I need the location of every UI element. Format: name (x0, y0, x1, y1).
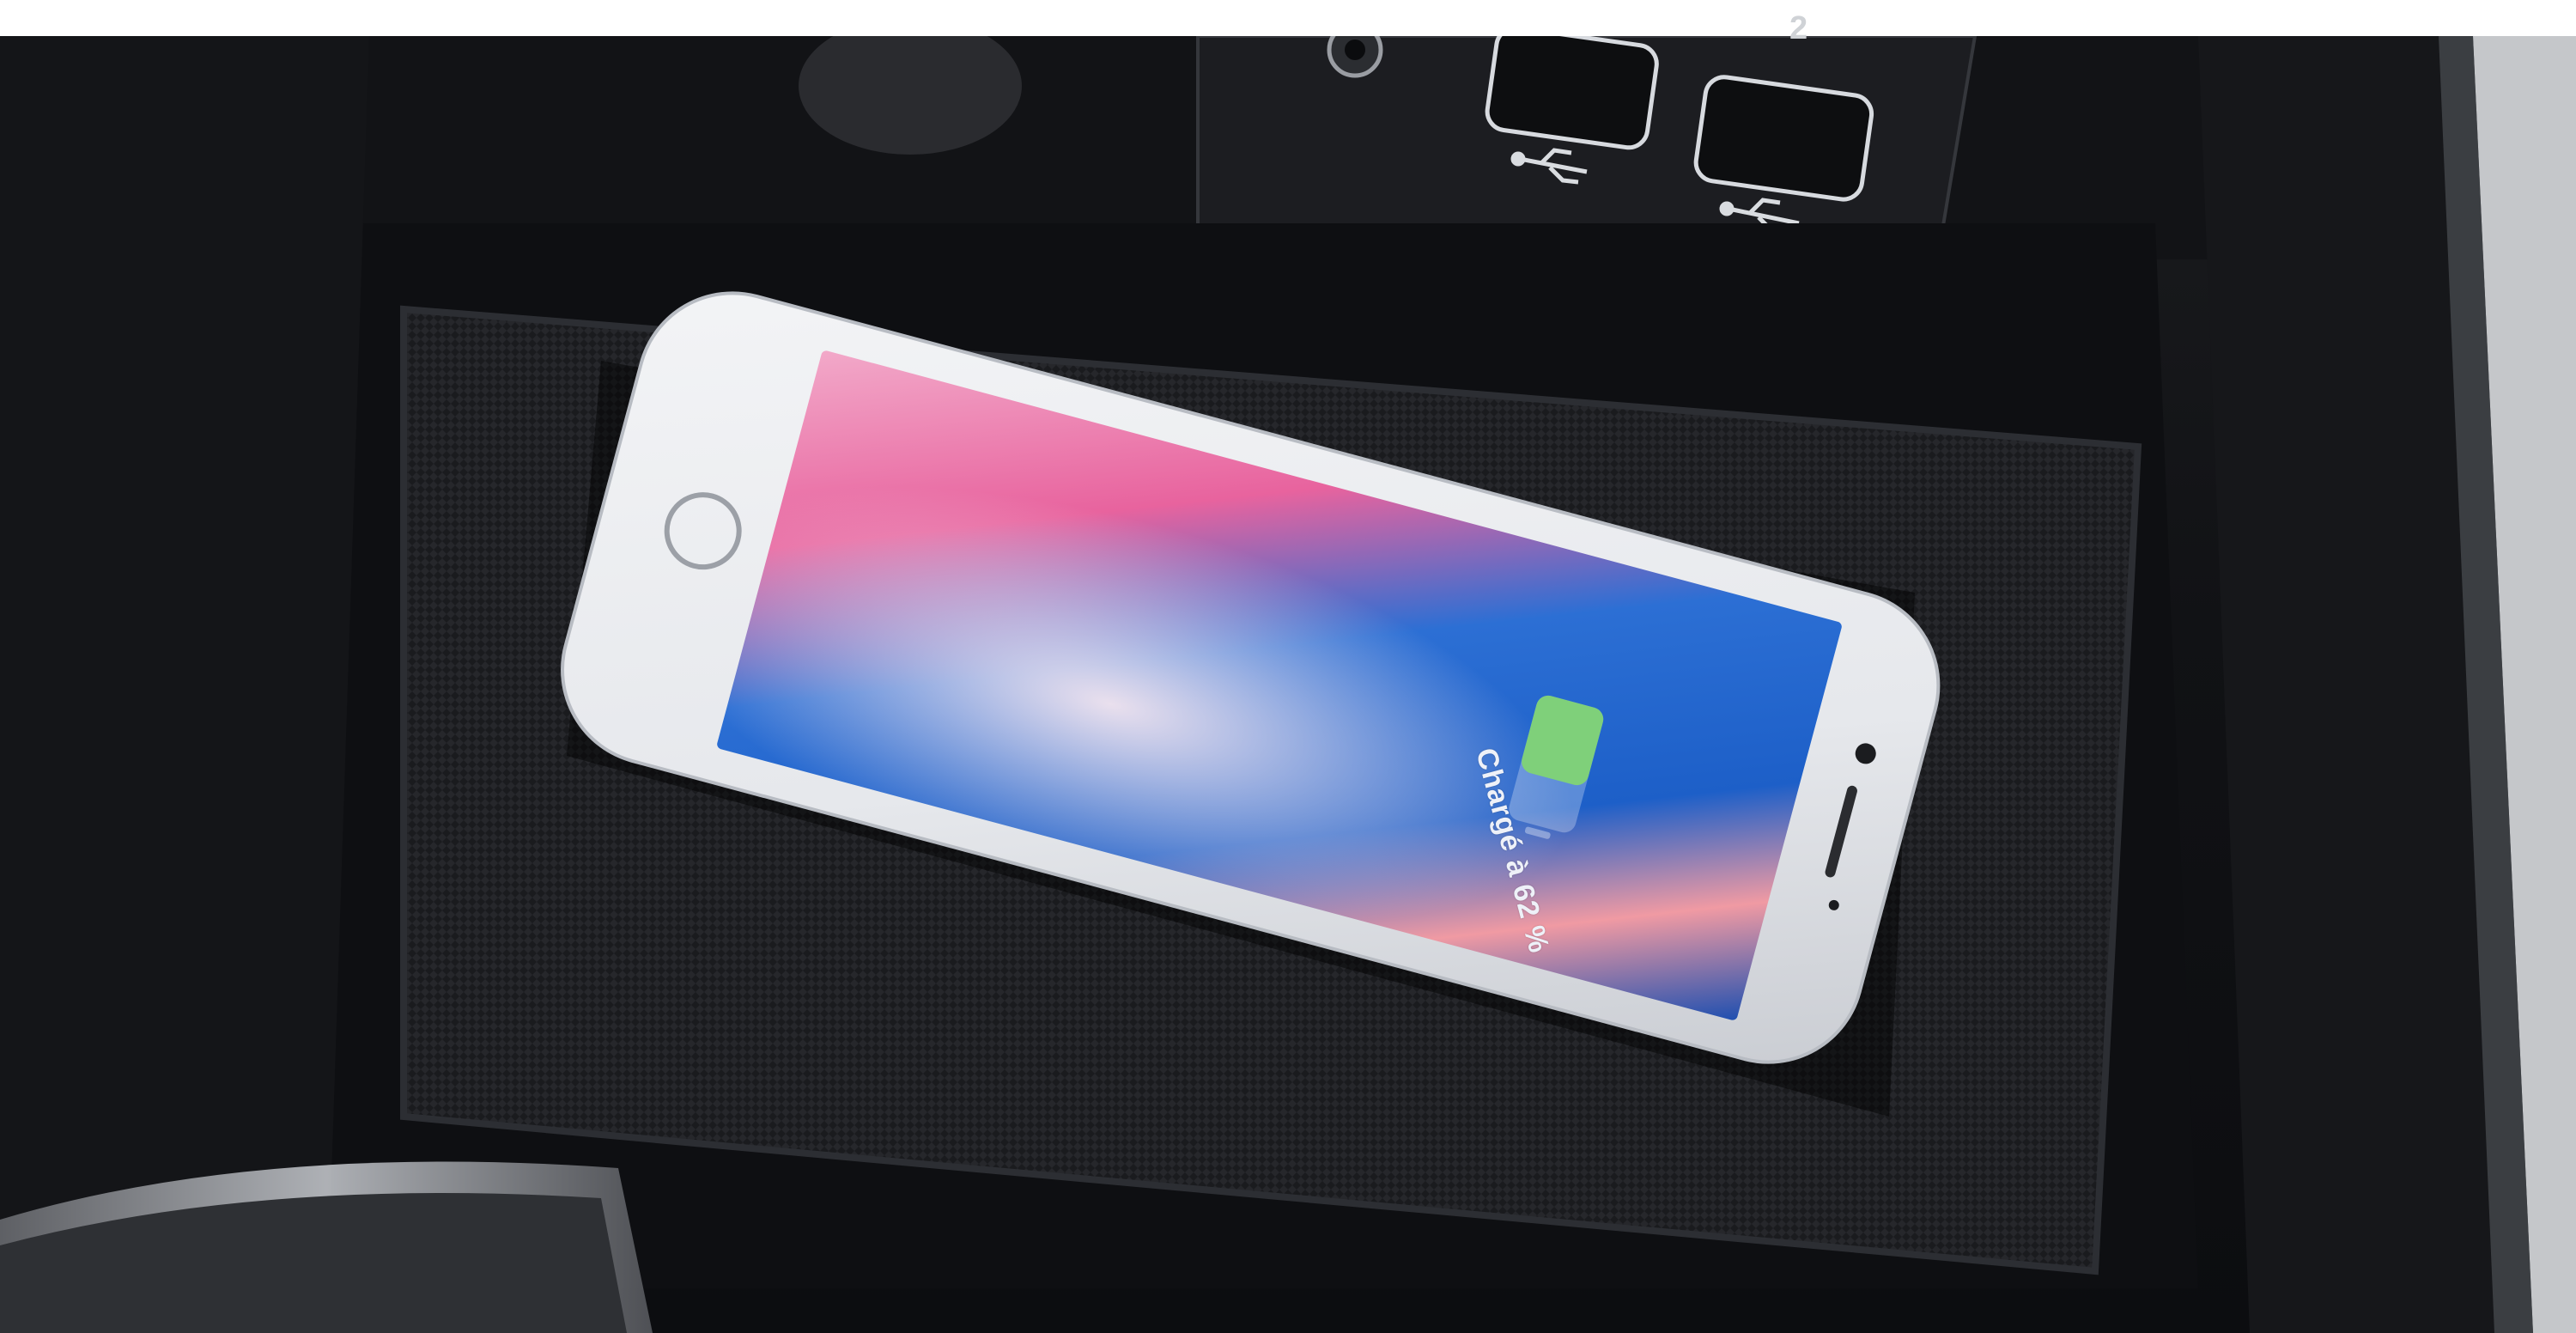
usb-port-1 (1485, 36, 1659, 150)
center-console-photo: Chargé à 62 % (0, 36, 2576, 1333)
left-panel (0, 36, 369, 1333)
console-illustration (0, 36, 2576, 1333)
usb-port-2 (1693, 75, 1874, 202)
usb-port-number-label: 2 (1789, 10, 1808, 46)
top-white-band (0, 0, 2576, 36)
